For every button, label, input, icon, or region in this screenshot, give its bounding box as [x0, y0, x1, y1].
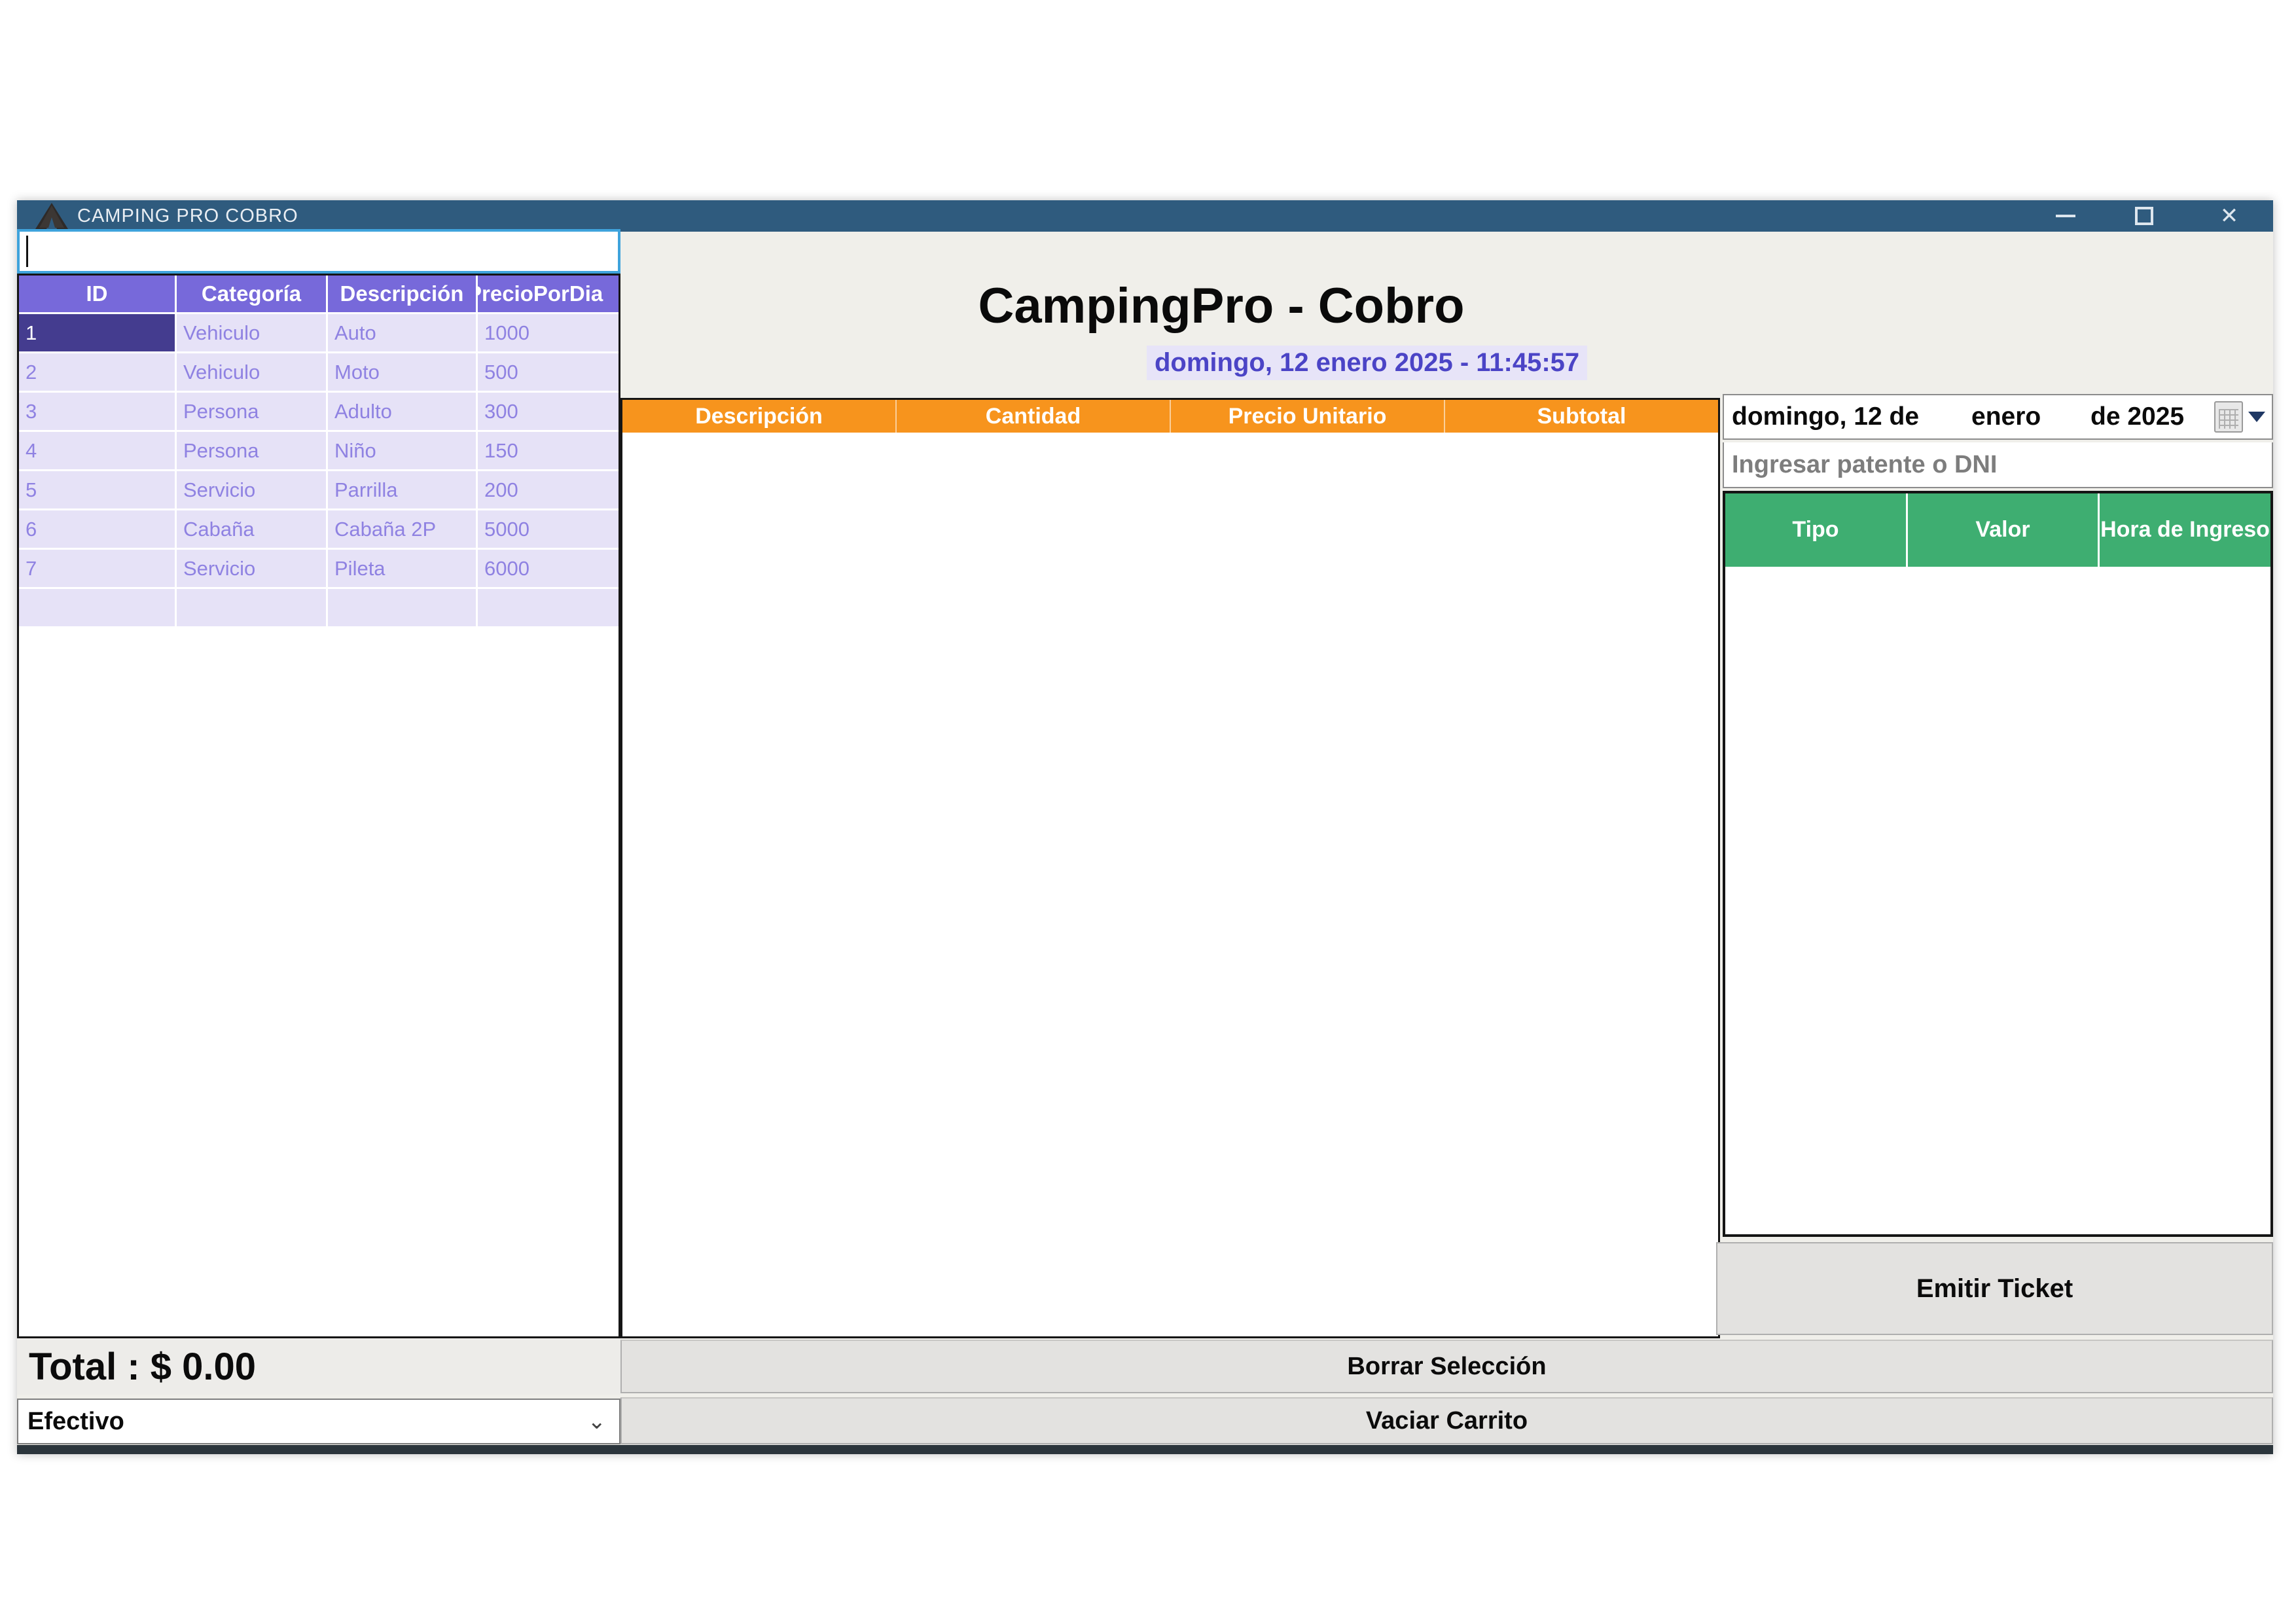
checkin-header-valor[interactable]: Valor [1908, 493, 2098, 567]
catalog-cell[interactable] [177, 589, 326, 626]
catalog-cell[interactable]: 2 [19, 353, 175, 391]
table-row[interactable]: 2 Vehiculo Moto 500 [19, 353, 619, 391]
cart-header-descripcion[interactable]: Descripción [622, 400, 897, 433]
tent-icon [35, 203, 68, 229]
cart-table: Descripción Cantidad Precio Unitario Sub… [620, 398, 1720, 1338]
catalog-cell[interactable]: 5 [19, 471, 175, 508]
catalog-header-precio[interactable]: PrecioPorDia [478, 276, 619, 312]
catalog-cell[interactable]: Vehiculo [177, 314, 326, 351]
clear-selection-button[interactable]: Borrar Selección [620, 1340, 2273, 1393]
catalog-cell[interactable]: 500 [478, 353, 619, 391]
catalog-cell[interactable]: 6000 [478, 550, 619, 587]
chevron-down-icon: ⌄ [588, 1408, 607, 1435]
emit-ticket-button[interactable]: Emitir Ticket [1716, 1242, 2273, 1335]
catalog-cell[interactable]: 6 [19, 510, 175, 548]
catalog-cell[interactable]: 5000 [478, 510, 619, 548]
catalog-cell[interactable]: Niño [328, 432, 476, 469]
catalog-cell[interactable]: 1000 [478, 314, 619, 351]
page-title: CampingPro - Cobro [973, 277, 1470, 334]
catalog-header-categoria[interactable]: Categoría [177, 276, 326, 312]
catalog-cell[interactable]: Moto [328, 353, 476, 391]
table-row[interactable]: 3 Persona Adulto 300 [19, 393, 619, 430]
titlebar: CAMPING PRO COBRO ✕ [17, 200, 2273, 232]
maximize-icon [2135, 207, 2153, 225]
catalog-header-descripcion[interactable]: Descripción [328, 276, 476, 312]
table-row[interactable]: 5 Servicio Parrilla 200 [19, 471, 619, 508]
catalog-cell[interactable]: Persona [177, 393, 326, 430]
window-bottom-strip [17, 1445, 2273, 1454]
catalog-header-row: ID Categoría Descripción PrecioPorDia [19, 276, 619, 312]
catalog-cell[interactable]: Cabaña [177, 510, 326, 548]
date-picker-day[interactable]: domingo, 12 de [1732, 395, 1919, 438]
cart-header-precio-unitario[interactable]: Precio Unitario [1171, 400, 1445, 433]
empty-cart-button[interactable]: Vaciar Carrito [620, 1397, 2273, 1444]
total-label: Total : $ 0.00 [17, 1338, 620, 1395]
catalog-cell[interactable]: Vehiculo [177, 353, 326, 391]
cart-header-subtotal[interactable]: Subtotal [1445, 400, 1718, 433]
maximize-button[interactable] [2121, 200, 2167, 232]
catalog-cell[interactable]: 150 [478, 432, 619, 469]
payment-method-value: Efectivo [27, 1408, 124, 1436]
table-row[interactable]: 7 Servicio Pileta 6000 [19, 550, 619, 587]
catalog-cell[interactable]: Persona [177, 432, 326, 469]
desktop: CAMPING PRO COBRO ✕ ID Categoría Descrip… [0, 0, 2296, 1623]
table-row-empty[interactable] [19, 589, 619, 626]
catalog-cell[interactable]: 3 [19, 393, 175, 430]
catalog-cell[interactable]: Pileta [328, 550, 476, 587]
date-picker[interactable]: domingo, 12 de enero de 2025 [1723, 394, 2273, 440]
table-row[interactable]: 4 Persona Niño 150 [19, 432, 619, 469]
checkin-header-hora[interactable]: Hora de Ingreso [2100, 493, 2270, 567]
catalog-cell[interactable]: Servicio [177, 550, 326, 587]
search-input[interactable] [17, 229, 620, 274]
catalog-cell[interactable]: Parrilla [328, 471, 476, 508]
date-picker-month[interactable]: enero [1971, 395, 2041, 438]
datetime-label: domingo, 12 enero 2025 - 11:45:57 [1147, 346, 1587, 380]
app-window: CAMPING PRO COBRO ✕ ID Categoría Descrip… [17, 200, 2273, 1454]
checkin-header-tipo[interactable]: Tipo [1725, 493, 1906, 567]
close-button[interactable]: ✕ [2206, 200, 2252, 232]
minimize-icon [2056, 215, 2075, 217]
text-caret [26, 236, 28, 267]
catalog-cell[interactable]: Auto [328, 314, 476, 351]
checkin-table: Tipo Valor Hora de Ingreso [1723, 491, 2273, 1237]
close-icon: ✕ [2220, 205, 2239, 227]
minimize-button[interactable] [2043, 200, 2089, 232]
catalog-header-id[interactable]: ID [19, 276, 175, 312]
catalog-cell[interactable]: Servicio [177, 471, 326, 508]
table-row[interactable]: 1 Vehiculo Auto 1000 [19, 314, 619, 351]
payment-method-select[interactable]: Efectivo ⌄ [17, 1399, 620, 1444]
catalog-cell[interactable]: 200 [478, 471, 619, 508]
catalog-cell[interactable] [19, 589, 175, 626]
catalog-cell[interactable] [478, 589, 619, 626]
cart-header-row: Descripción Cantidad Precio Unitario Sub… [622, 400, 1718, 433]
catalog-cell[interactable]: Cabaña 2P [328, 510, 476, 548]
date-picker-year[interactable]: de 2025 [2090, 395, 2184, 438]
window-title: CAMPING PRO COBRO [77, 205, 298, 227]
checkin-header-row: Tipo Valor Hora de Ingreso [1725, 493, 2270, 567]
catalog-cell[interactable]: 300 [478, 393, 619, 430]
catalog-cell[interactable]: Adulto [328, 393, 476, 430]
catalog-cell-selected[interactable]: 1 [19, 314, 175, 351]
catalog-cell[interactable] [328, 589, 476, 626]
catalog-cell[interactable]: 4 [19, 432, 175, 469]
catalog-cell[interactable]: 7 [19, 550, 175, 587]
table-row[interactable]: 6 Cabaña Cabaña 2P 5000 [19, 510, 619, 548]
patente-dni-input[interactable] [1723, 442, 2273, 488]
catalog-table: ID Categoría Descripción PrecioPorDia 1 … [17, 274, 620, 1338]
calendar-icon [2214, 401, 2243, 433]
calendar-dropdown-button[interactable] [2209, 401, 2265, 433]
dropdown-arrow-icon [2248, 412, 2265, 422]
cart-header-cantidad[interactable]: Cantidad [897, 400, 1171, 433]
